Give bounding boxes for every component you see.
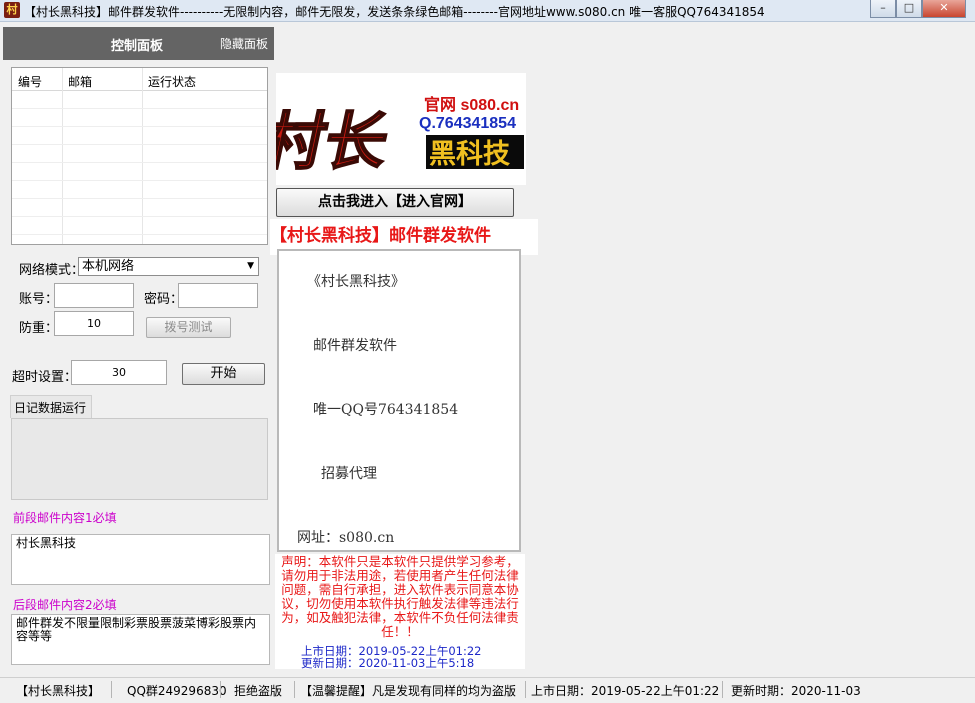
back-content-input[interactable]: 邮件群发不限量限制彩票股票菠菜博彩股票内容等等	[11, 614, 270, 665]
maximize-icon: □	[903, 1, 915, 14]
chevron-down-icon: ▼	[247, 261, 254, 271]
list-row	[12, 216, 267, 217]
network-mode-value: 本机网络	[82, 259, 135, 274]
list-row	[12, 144, 267, 145]
window-title: 【村长黑科技】邮件群发软件----------无限制内容，邮件无限发，发送条条绿…	[24, 5, 765, 19]
status-tip: 【温馨提醒】凡是发现有同样的均为盗版	[300, 684, 517, 698]
software-title: 【村长黑科技】邮件群发软件	[270, 226, 491, 246]
info-line-agent: 招募代理	[321, 466, 377, 482]
info-line-website: 网址：s080.cn	[297, 530, 395, 546]
minimize-icon: –	[880, 1, 886, 14]
column-header-status[interactable]: 运行状态	[148, 73, 196, 90]
status-anti-piracy: 拒绝盗版	[234, 684, 283, 698]
network-mode-select[interactable]: 本机网络 ▼	[78, 257, 259, 276]
logo-tag-text: 黑科技	[429, 139, 510, 170]
app-icon: 村	[4, 2, 20, 18]
logo-site-text: 官网 s080.cn	[424, 95, 519, 114]
brand-logo: 村长 官网 s080.cn Q.764341854 黑科技	[255, 73, 526, 185]
start-button[interactable]: 开始	[182, 363, 265, 385]
status-divider	[220, 681, 221, 698]
list-header: 编号 邮箱 运行状态	[12, 68, 267, 91]
status-update: 更新时期：2020-11-03	[731, 684, 861, 698]
list-row	[12, 162, 267, 163]
dial-test-button[interactable]: 拨号测试	[146, 317, 231, 338]
control-panel-title: 控制面板	[111, 39, 164, 54]
network-mode-label: 网络模式：	[19, 263, 85, 278]
list-row	[12, 126, 267, 127]
column-header-email[interactable]: 邮箱	[68, 73, 92, 90]
control-panel-header: 控制面板 隐藏面板	[3, 27, 274, 60]
front-content-label: 前段邮件内容1必填	[13, 511, 117, 525]
status-release: 上市日期：2019-05-22上午01:22	[531, 684, 720, 698]
column-divider	[62, 68, 63, 244]
update-date: 更新日期：2020-11-03上午5:18	[301, 656, 475, 670]
status-divider	[722, 681, 723, 698]
info-line-brand: 《村长黑科技》	[307, 274, 405, 290]
logo-brand-text: 村长	[276, 105, 396, 178]
list-row	[12, 198, 267, 199]
list-row	[12, 108, 267, 109]
title-bar: 村 【村长黑科技】邮件群发软件----------无限制内容，邮件无限发，发送条…	[0, 0, 975, 22]
logo-graphic: 村长 官网 s080.cn Q.764341854 黑科技	[255, 95, 524, 179]
close-icon: ✕	[939, 1, 949, 14]
hide-panel-button[interactable]: 隐藏面板	[220, 35, 268, 52]
info-line-software: 邮件群发软件	[313, 338, 397, 354]
minimize-button[interactable]: –	[870, 0, 896, 18]
status-divider	[294, 681, 295, 698]
list-row	[12, 234, 267, 235]
email-list[interactable]: 编号 邮箱 运行状态	[11, 67, 268, 245]
tab-log-label: 日记数据运行	[14, 401, 87, 415]
front-content-input[interactable]: 村长黑科技	[11, 534, 270, 585]
logo-qq-text: Q.764341854	[419, 115, 516, 132]
weight-input[interactable]: 10	[54, 311, 134, 336]
weight-label: 防重：	[19, 321, 59, 336]
log-area[interactable]	[11, 418, 268, 500]
account-label: 账号：	[19, 292, 59, 307]
account-input[interactable]	[54, 283, 134, 308]
maximize-button[interactable]: □	[896, 0, 922, 18]
password-input[interactable]	[178, 283, 258, 308]
status-divider	[111, 681, 112, 698]
status-brand: 【村长黑科技】	[16, 684, 101, 698]
back-content-label: 后段邮件内容2必填	[13, 598, 117, 612]
timeout-input[interactable]: 30	[71, 360, 167, 385]
column-header-id[interactable]: 编号	[18, 73, 42, 90]
legal-notice: 声明：本软件只是本软件只提供学习参考，请勿用于非法用途，若使用者产生任何法律问题…	[281, 554, 519, 639]
tab-log[interactable]: 日记数据运行	[10, 395, 92, 418]
status-qq-group: QQ群249296830	[127, 684, 227, 698]
info-line-qq: 唯一QQ号764341854	[313, 402, 459, 418]
status-divider	[525, 681, 526, 698]
enter-site-button[interactable]: 点击我进入【进入官网】	[276, 188, 514, 217]
list-row	[12, 180, 267, 181]
info-panel: 《村长黑科技》 邮件群发软件 唯一QQ号764341854 招募代理 网址：s0…	[277, 249, 521, 552]
close-button[interactable]: ✕	[922, 0, 966, 18]
timeout-label: 超时设置：	[12, 370, 78, 385]
column-divider	[142, 68, 143, 244]
